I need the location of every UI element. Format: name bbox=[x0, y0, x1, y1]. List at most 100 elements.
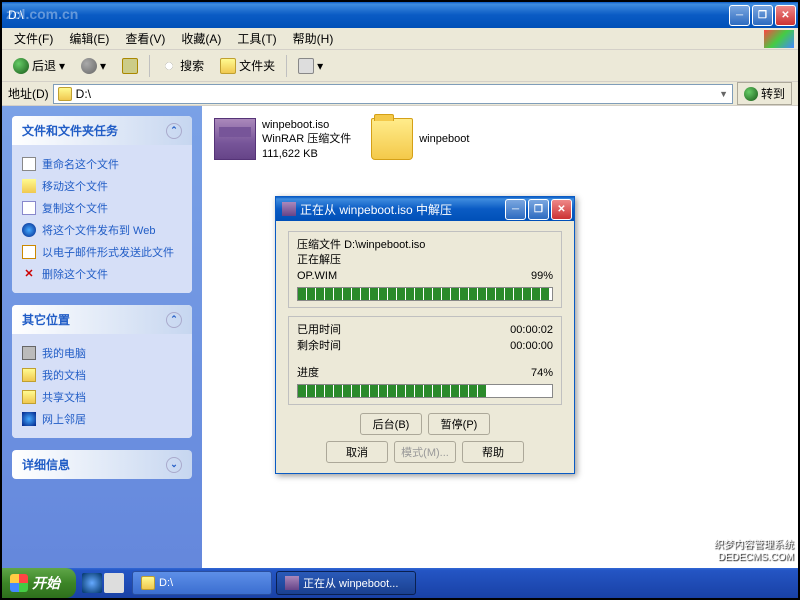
watermark-bottom: 织梦内容管理系统 DEDECMS.COM bbox=[714, 540, 794, 564]
progress-group-2: 已用时间00:00:02 剩余时间00:00:00 进度74% bbox=[288, 316, 562, 405]
progress-group-1: 压缩文件 D:\winpeboot.iso 正在解压 OP.WIM99% bbox=[288, 231, 562, 308]
menu-favorites[interactable]: 收藏(A) bbox=[175, 28, 227, 49]
file-percent: 99% bbox=[531, 269, 553, 284]
file-label: winpeboot.iso WinRAR 压缩文件 111,622 KB bbox=[262, 118, 351, 161]
search-button[interactable]: 搜索 bbox=[156, 54, 209, 77]
back-icon bbox=[13, 58, 29, 74]
rename-icon bbox=[22, 157, 36, 171]
chevron-up-icon: ⌃ bbox=[166, 312, 182, 328]
task-email[interactable]: 以电子邮件形式发送此文件 bbox=[22, 241, 182, 263]
file-folder[interactable]: winpeboot bbox=[371, 118, 469, 160]
menu-help[interactable]: 帮助(H) bbox=[287, 28, 340, 49]
quick-launch bbox=[76, 573, 130, 593]
file-tasks-panel: 文件和文件夹任务⌃ 重命名这个文件 移动这个文件 复制这个文件 将这个文件发布到… bbox=[12, 116, 192, 293]
task-rename[interactable]: 重命名这个文件 bbox=[22, 153, 182, 175]
total-percent: 74% bbox=[531, 366, 553, 381]
menu-file[interactable]: 文件(F) bbox=[8, 28, 59, 49]
place-network[interactable]: 网上邻居 bbox=[22, 408, 182, 430]
dialog-title: 正在从 winpeboot.iso 中解压 bbox=[300, 201, 505, 218]
forward-button[interactable]: ▾ bbox=[76, 55, 111, 77]
desktop-icon[interactable] bbox=[104, 573, 124, 593]
drive-icon bbox=[58, 87, 72, 101]
file-iso[interactable]: winpeboot.iso WinRAR 压缩文件 111,622 KB bbox=[214, 118, 351, 161]
total-progress bbox=[297, 384, 553, 398]
progress-fill bbox=[298, 288, 549, 300]
dialog-titlebar[interactable]: 正在从 winpeboot.iso 中解压 ─ ❐ ✕ bbox=[276, 197, 574, 221]
toolbar: 后退 ▾ ▾ 搜索 文件夹 ▾ bbox=[2, 50, 798, 82]
task-delete[interactable]: ✕删除这个文件 bbox=[22, 263, 182, 285]
close-button[interactable]: ✕ bbox=[775, 5, 796, 26]
minimize-button[interactable]: ─ bbox=[729, 5, 750, 26]
back-button[interactable]: 后退 ▾ bbox=[8, 54, 70, 77]
address-field[interactable]: ▼ bbox=[53, 84, 733, 104]
task-publish-web[interactable]: 将这个文件发布到 Web bbox=[22, 219, 182, 241]
menu-view[interactable]: 查看(V) bbox=[119, 28, 171, 49]
file-progress bbox=[297, 287, 553, 301]
progress-fill bbox=[298, 385, 486, 397]
dialog-minimize-button[interactable]: ─ bbox=[505, 199, 526, 220]
panel-header[interactable]: 文件和文件夹任务⌃ bbox=[12, 116, 192, 145]
move-icon bbox=[22, 179, 36, 193]
taskbar-item-explorer[interactable]: D:\ bbox=[132, 571, 272, 595]
search-icon bbox=[161, 58, 177, 74]
views-button[interactable]: ▾ bbox=[293, 55, 328, 77]
mode-button[interactable]: 模式(M)... bbox=[394, 441, 456, 463]
watermark-top: zol.com.cn bbox=[6, 6, 78, 22]
dropdown-icon[interactable]: ▼ bbox=[719, 89, 728, 99]
go-button[interactable]: 转到 bbox=[737, 82, 792, 105]
pause-button[interactable]: 暂停(P) bbox=[428, 413, 490, 435]
titlebar[interactable]: D:\ ─ ❐ ✕ bbox=[2, 2, 798, 28]
place-my-documents[interactable]: 我的文档 bbox=[22, 364, 182, 386]
window-title: D:\ bbox=[8, 8, 729, 22]
chevron-down-icon: ⌄ bbox=[166, 457, 182, 473]
windows-logo-icon bbox=[764, 30, 794, 48]
background-button[interactable]: 后台(B) bbox=[360, 413, 422, 435]
taskbar-item-winrar[interactable]: 正在从 winpeboot... bbox=[276, 571, 416, 595]
separator bbox=[149, 55, 150, 77]
ie-icon[interactable] bbox=[82, 573, 102, 593]
go-icon bbox=[744, 87, 758, 101]
help-button[interactable]: 帮助 bbox=[462, 441, 524, 463]
delete-icon: ✕ bbox=[22, 267, 36, 281]
panel-body: 我的电脑 我的文档 共享文档 网上邻居 bbox=[12, 334, 192, 438]
panel-body: 重命名这个文件 移动这个文件 复制这个文件 将这个文件发布到 Web 以电子邮件… bbox=[12, 145, 192, 293]
maximize-button[interactable]: ❐ bbox=[752, 5, 773, 26]
menu-edit[interactable]: 编辑(E) bbox=[63, 28, 115, 49]
place-shared-docs[interactable]: 共享文档 bbox=[22, 386, 182, 408]
up-folder-icon bbox=[122, 58, 138, 74]
window-controls: ─ ❐ ✕ bbox=[729, 5, 796, 26]
panel-header[interactable]: 详细信息⌄ bbox=[12, 450, 192, 479]
separator bbox=[286, 55, 287, 77]
current-file: OP.WIM bbox=[297, 269, 337, 284]
task-move[interactable]: 移动这个文件 bbox=[22, 175, 182, 197]
folder-label: winpeboot bbox=[419, 132, 469, 146]
cancel-button[interactable]: 取消 bbox=[326, 441, 388, 463]
folders-button[interactable]: 文件夹 bbox=[215, 54, 280, 77]
task-copy[interactable]: 复制这个文件 bbox=[22, 197, 182, 219]
network-icon bbox=[22, 412, 36, 426]
other-places-panel: 其它位置⌃ 我的电脑 我的文档 共享文档 网上邻居 bbox=[12, 305, 192, 438]
place-my-computer[interactable]: 我的电脑 bbox=[22, 342, 182, 364]
web-icon bbox=[22, 223, 36, 237]
views-icon bbox=[298, 58, 314, 74]
winrar-icon bbox=[214, 118, 256, 160]
menu-tools[interactable]: 工具(T) bbox=[231, 28, 282, 49]
dialog-body: 压缩文件 D:\winpeboot.iso 正在解压 OP.WIM99% 已用时… bbox=[276, 221, 574, 473]
mail-icon bbox=[22, 245, 36, 259]
panel-header[interactable]: 其它位置⌃ bbox=[12, 305, 192, 334]
documents-icon bbox=[22, 368, 36, 382]
remaining-time: 00:00:00 bbox=[510, 339, 553, 354]
elapsed-time: 00:00:02 bbox=[510, 323, 553, 338]
taskbar: 开始 D:\ 正在从 winpeboot... bbox=[2, 568, 798, 598]
computer-icon bbox=[22, 346, 36, 360]
forward-icon bbox=[81, 58, 97, 74]
dialog-close-button[interactable]: ✕ bbox=[551, 199, 572, 220]
address-input[interactable] bbox=[76, 87, 715, 101]
winrar-icon bbox=[285, 576, 299, 590]
up-button[interactable] bbox=[117, 55, 143, 77]
details-panel: 详细信息⌄ bbox=[12, 450, 192, 479]
dialog-maximize-button[interactable]: ❐ bbox=[528, 199, 549, 220]
extraction-dialog: 正在从 winpeboot.iso 中解压 ─ ❐ ✕ 压缩文件 D:\winp… bbox=[275, 196, 575, 474]
task-sidebar: 文件和文件夹任务⌃ 重命名这个文件 移动这个文件 复制这个文件 将这个文件发布到… bbox=[2, 106, 202, 578]
start-button[interactable]: 开始 bbox=[2, 568, 76, 598]
